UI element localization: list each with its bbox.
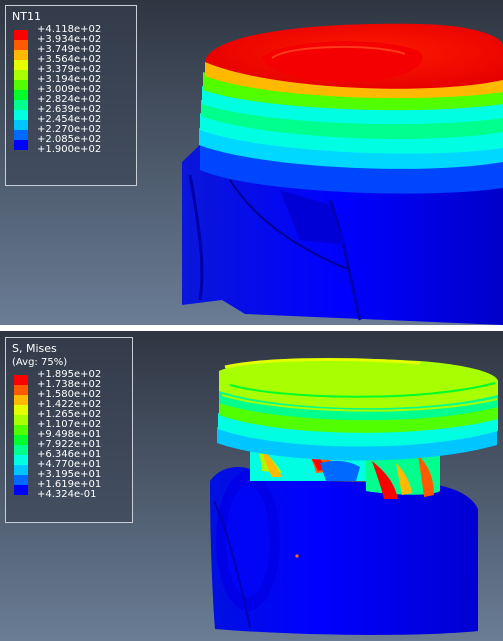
legend-swatch <box>14 40 28 50</box>
legend-swatch <box>14 50 28 60</box>
legend-swatch <box>14 100 28 110</box>
legend-subtitle: (Avg: 75%) <box>12 357 68 368</box>
legend-swatch <box>14 445 28 455</box>
legend-swatch <box>14 90 28 100</box>
legend-swatch <box>14 465 28 475</box>
legend-s-mises[interactable]: S, Mises (Avg: 75%) +1.895e+02 +1.738e+0… <box>5 337 133 523</box>
legend-scale: +1.895e+02 +1.738e+02 +1.580e+02 +1.422e… <box>12 369 126 505</box>
legend-swatch <box>14 375 28 385</box>
legend-row: +4.324e-01 <box>12 489 126 505</box>
viewport-stress[interactable]: S, Mises (Avg: 75%) +1.895e+02 +1.738e+0… <box>0 331 503 641</box>
legend-swatch <box>14 130 28 140</box>
legend-swatch <box>14 395 28 405</box>
legend-swatch <box>14 435 28 445</box>
legend-swatch <box>14 30 28 40</box>
legend-title: S, Mises <box>12 342 57 355</box>
viewport-thermal[interactable]: NT11 +4.118e+02 +3.934e+02 +3.749e+02 +3… <box>0 0 503 325</box>
legend-swatch <box>14 70 28 80</box>
legend-swatch <box>14 475 28 485</box>
legend-swatch <box>14 60 28 70</box>
legend-swatch <box>14 385 28 395</box>
legend-swatch <box>14 120 28 130</box>
legend-swatch <box>14 415 28 425</box>
legend-swatch <box>14 405 28 415</box>
legend-swatch <box>14 455 28 465</box>
legend-swatch <box>14 425 28 435</box>
legend-swatch <box>14 110 28 120</box>
legend-value: +1.900e+02 <box>37 144 102 155</box>
legend-scale: +4.118e+02 +3.934e+02 +3.749e+02 +3.564e… <box>12 24 130 160</box>
legend-swatch <box>14 485 28 495</box>
legend-value: +4.324e-01 <box>37 489 97 500</box>
legend-swatch <box>14 80 28 90</box>
legend-swatch <box>14 140 28 150</box>
legend-nt11[interactable]: NT11 +4.118e+02 +3.934e+02 +3.749e+02 +3… <box>5 5 137 186</box>
legend-row: +1.900e+02 <box>12 144 130 160</box>
legend-title: NT11 <box>12 10 41 23</box>
